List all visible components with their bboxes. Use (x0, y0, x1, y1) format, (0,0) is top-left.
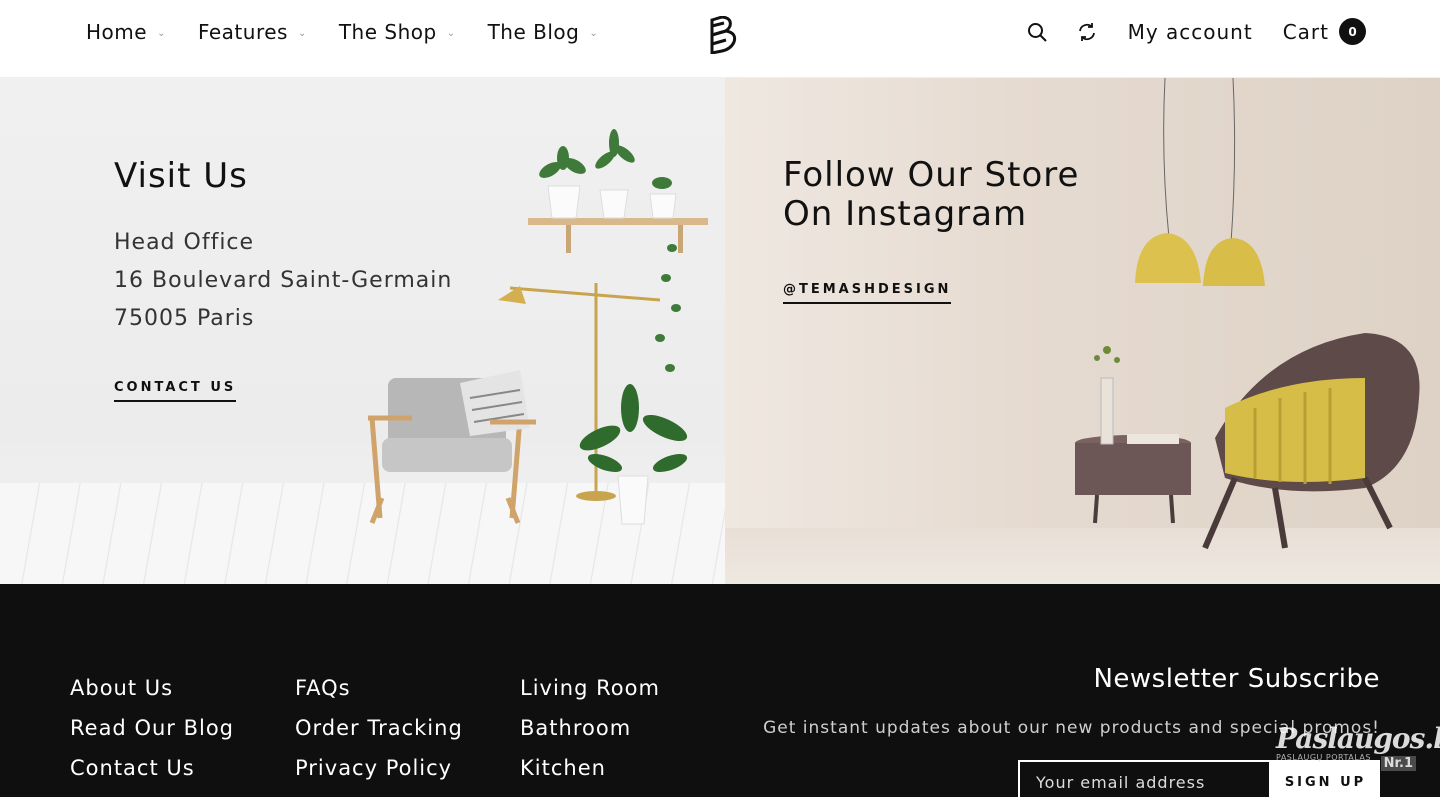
footer-link[interactable]: Shipping and Returns (295, 788, 540, 797)
instagram-panel: Follow Our Store On Instagram @TEMASHDES… (725, 78, 1440, 584)
refresh-icon[interactable] (1076, 21, 1098, 43)
nav-label: Features (197, 20, 288, 44)
site-footer: About Us Read Our Blog Contact Us Store … (0, 584, 1440, 797)
address-line: 16 Boulevard Saint-Germain (114, 268, 453, 293)
cart-link[interactable]: Cart (1283, 20, 1329, 44)
nav-label: Home (86, 20, 148, 44)
footer-link[interactable]: Lighting (520, 788, 660, 797)
address-line: Head Office (114, 230, 255, 255)
newsletter-title: Newsletter Subscribe (1093, 664, 1380, 694)
lounge-chair-scene-illustration (1075, 78, 1420, 550)
instagram-title: Follow Our Store On Instagram (783, 156, 1079, 234)
footer-link[interactable]: FAQs (295, 668, 540, 708)
my-account-link[interactable]: My account (1128, 20, 1253, 44)
footer-link[interactable]: Order Tracking (295, 708, 540, 748)
footer-column-categories: Living Room Bathroom Kitchen Lighting (520, 668, 660, 797)
header-actions: My account Cart 0 (1026, 18, 1366, 45)
email-field[interactable] (1018, 760, 1271, 797)
nav-features[interactable]: Features ⌄ (198, 20, 307, 44)
footer-column-help: FAQs Order Tracking Privacy Policy Shipp… (295, 668, 540, 797)
chevron-down-icon: ⌄ (297, 27, 307, 39)
footer-link[interactable]: Store Locations (70, 788, 247, 797)
nav-the-blog[interactable]: The Blog ⌄ (488, 20, 599, 44)
footer-link[interactable]: Contact Us (70, 748, 247, 788)
partner-badge[interactable]: Paslaugos.lt PASLAUGŲ PORTALAS Nr.1 (1276, 722, 1440, 774)
instagram-handle-link[interactable]: @TEMASHDESIGN (783, 282, 952, 304)
footer-link[interactable]: Read Our Blog (70, 708, 247, 748)
nav-label: The Blog (487, 20, 580, 44)
main-nav: Home ⌄ Features ⌄ The Shop ⌄ The Blog ⌄ (86, 20, 630, 44)
nav-the-shop[interactable]: The Shop ⌄ (339, 20, 456, 44)
instagram-title-line: Follow Our Store (783, 155, 1080, 195)
chevron-down-icon: ⌄ (157, 27, 166, 39)
address-line: 75005 Paris (114, 306, 255, 331)
instagram-title-line: On Instagram (783, 194, 1028, 234)
logo-icon[interactable] (708, 16, 740, 54)
footer-link[interactable]: About Us (70, 668, 247, 708)
site-header: Home ⌄ Features ⌄ The Shop ⌄ The Blog ⌄ My a… (0, 0, 1440, 78)
search-icon[interactable] (1026, 21, 1048, 43)
footer-column-info: About Us Read Our Blog Contact Us Store … (70, 668, 247, 797)
address-block: Head Office 16 Boulevard Saint-Germain 7… (114, 224, 452, 338)
footer-link[interactable]: Living Room (520, 668, 660, 708)
contact-us-link[interactable]: CONTACT US (114, 380, 237, 402)
badge-brand: Paslaugos.lt (1276, 722, 1440, 755)
visit-us-panel: Visit Us Head Office 16 Boulevard Saint-… (0, 78, 725, 584)
nav-label: The Shop (338, 20, 437, 44)
visit-us-title: Visit Us (114, 156, 248, 196)
cart-count-badge[interactable]: 0 (1339, 18, 1366, 45)
nav-home[interactable]: Home ⌄ (86, 20, 166, 44)
chevron-down-icon: ⌄ (589, 27, 599, 39)
footer-link[interactable]: Privacy Policy (295, 748, 540, 788)
hero-section: Visit Us Head Office 16 Boulevard Saint-… (0, 78, 1440, 584)
footer-link[interactable]: Bathroom (520, 708, 660, 748)
footer-link[interactable]: Kitchen (520, 748, 660, 788)
chevron-down-icon: ⌄ (446, 27, 456, 39)
badge-rank: Nr.1 (1380, 756, 1416, 771)
